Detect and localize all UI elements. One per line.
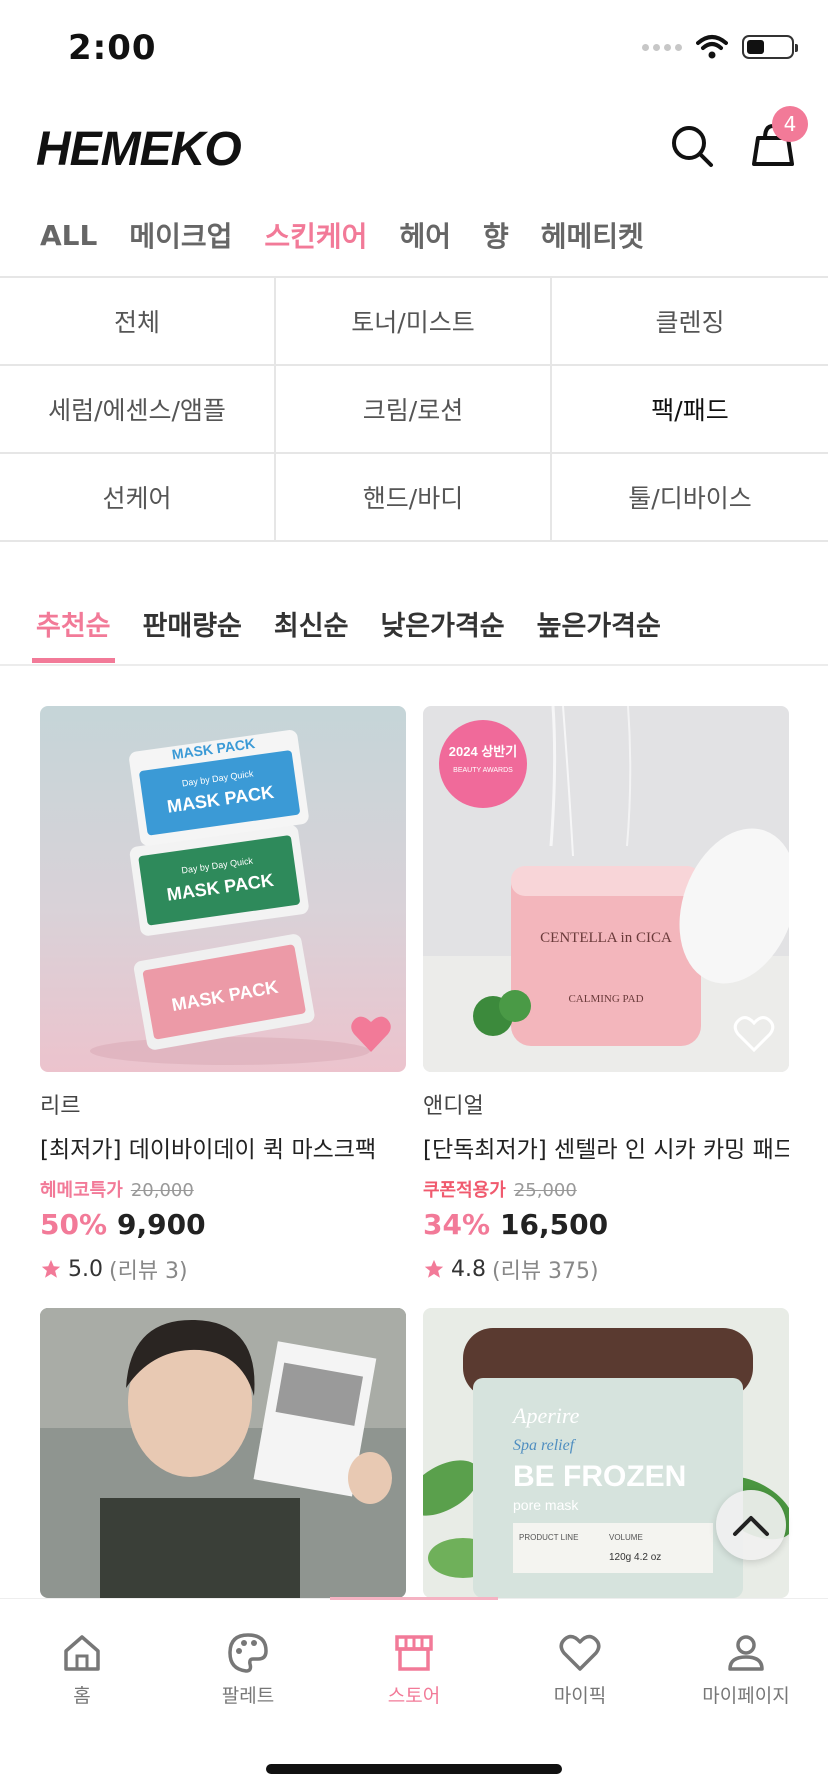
nav-label: 스토어 — [387, 1685, 441, 1707]
search-icon[interactable] — [668, 122, 716, 170]
nav-home[interactable]: 홈 — [17, 1631, 147, 1708]
product-image-text: Spa relief — [513, 1437, 577, 1454]
subcategory-grid: 전체 토너/미스트 클렌징 세럼/에센스/앰플 크림/로션 팩/패드 선케어 핸… — [0, 276, 828, 542]
nav-label: 홈 — [73, 1685, 91, 1707]
wifi-icon — [696, 35, 728, 59]
product-image-text: CALMING PAD — [568, 993, 643, 1005]
rating-value: 4.8 — [451, 1256, 486, 1282]
sort-price-high[interactable]: 높은가격순 — [537, 604, 661, 664]
app-logo[interactable]: HEMEKO — [36, 122, 242, 177]
palette-icon — [228, 1633, 268, 1673]
subcategory-toner-mist[interactable]: 토너/미스트 — [276, 278, 552, 366]
subcategory-serum-essence-ampoule[interactable]: 세럼/에센스/앰플 — [0, 366, 276, 454]
store-icon — [395, 1635, 433, 1671]
battery-icon — [742, 35, 798, 59]
nav-label: 팔레트 — [221, 1685, 275, 1707]
product-image[interactable] — [40, 1308, 406, 1598]
cart-count-badge: 4 — [772, 106, 808, 142]
sort-newest[interactable]: 최신순 — [274, 604, 349, 664]
home-icon — [64, 1635, 100, 1671]
signal-icon — [642, 43, 682, 51]
sort-tabs: 추천순 판매량순 최신순 낮은가격순 높은가격순 — [32, 604, 661, 664]
tab-hair[interactable]: 헤어 — [399, 215, 451, 255]
original-price: 25,000 — [513, 1180, 577, 1201]
discount-rate: 34% — [423, 1208, 491, 1241]
star-icon — [41, 1259, 61, 1278]
original-price: 20,000 — [130, 1180, 194, 1201]
review-count: (리뷰 375) — [492, 1259, 599, 1284]
nav-palette[interactable]: 팔레트 — [183, 1631, 313, 1708]
nav-mypick[interactable]: 마이픽 — [515, 1631, 645, 1708]
subcategory-tools-devices[interactable]: 툴/디바이스 — [552, 454, 828, 542]
subcategory-all[interactable]: 전체 — [0, 278, 276, 366]
product-brand: 앤디얼 — [423, 1094, 484, 1119]
product-card[interactable]: MASK PACK Day by Day Quick MASK PACK MAS… — [40, 706, 406, 1285]
nav-active-indicator — [330, 1597, 498, 1600]
subcategory-cleansing[interactable]: 클렌징 — [552, 278, 828, 366]
category-tabs: ALL 메이크업 스킨케어 헤어 향 헤메티켓 — [40, 210, 644, 260]
sale-price: 9,900 — [117, 1208, 206, 1241]
product-brand: 리르 — [40, 1094, 81, 1119]
home-indicator — [266, 1764, 562, 1774]
bottom-nav: 홈 팔레트 스토어 마이픽 마이페이지 — [0, 1597, 828, 1792]
product-image-text: BE FROZEN — [513, 1460, 686, 1493]
discount-rate: 50% — [40, 1208, 108, 1241]
nav-label: 마이픽 — [553, 1685, 607, 1707]
status-time: 2:00 — [68, 28, 157, 68]
product-name[interactable]: [최저가] 데이바이데이 퀵 마스크팩 — [40, 1130, 406, 1164]
product-card[interactable]: 2024 상반기 BEAUTY AWARDS CENTELLA in CICA … — [423, 706, 789, 1285]
nav-store[interactable]: 스토어 — [349, 1631, 479, 1708]
product-image-text: VOLUME — [609, 1533, 643, 1542]
tab-all[interactable]: ALL — [40, 219, 97, 252]
product-image-text: PRODUCT LINE — [519, 1533, 578, 1542]
star-icon — [424, 1259, 444, 1278]
sort-recommended[interactable]: 추천순 — [32, 604, 115, 664]
product-image-text: 120g 4.2 oz — [609, 1552, 661, 1563]
sort-price-low[interactable]: 낮은가격순 — [380, 604, 504, 664]
subcategory-cream-lotion[interactable]: 크림/로션 — [276, 366, 552, 454]
nav-mypage[interactable]: 마이페이지 — [681, 1631, 811, 1708]
subcategory-pack-pad[interactable]: 팩/패드 — [552, 366, 828, 454]
like-heart-icon[interactable] — [350, 1014, 392, 1054]
promo-label: 쿠폰적용가 — [423, 1180, 506, 1201]
heart-icon — [559, 1634, 601, 1671]
product-image-text: CENTELLA in CICA — [540, 930, 672, 946]
product-card[interactable] — [40, 1308, 406, 1598]
status-icons — [642, 34, 798, 60]
product-image-text: 2024 상반기 — [449, 744, 517, 759]
product-name[interactable]: [단독최저가] 센텔라 인 시카 카밍 패드 — [423, 1130, 789, 1164]
app-header: HEMEKO — [0, 100, 828, 190]
tab-makeup[interactable]: 메이크업 — [129, 215, 232, 255]
product-image-text: BEAUTY AWARDS — [453, 767, 513, 774]
promo-label: 헤메코특가 — [40, 1180, 123, 1201]
product-image-text: Aperire — [511, 1403, 580, 1428]
product-image-text: pore mask — [513, 1497, 579, 1513]
like-heart-icon[interactable] — [733, 1014, 775, 1054]
nav-label: 마이페이지 — [702, 1685, 790, 1707]
scroll-to-top-button[interactable] — [716, 1490, 786, 1560]
status-bar: 2:00 — [0, 0, 828, 100]
subcategory-suncare[interactable]: 선케어 — [0, 454, 276, 542]
tab-skincare[interactable]: 스킨케어 — [264, 215, 367, 255]
sort-best-selling[interactable]: 판매량순 — [143, 604, 242, 664]
rating-value: 5.0 — [68, 1256, 103, 1282]
divider — [0, 664, 828, 666]
sale-price: 16,500 — [500, 1208, 609, 1241]
product-image[interactable]: 2024 상반기 BEAUTY AWARDS CENTELLA in CICA … — [423, 706, 789, 1072]
review-count: (리뷰 3) — [109, 1259, 188, 1284]
subcategory-hand-body[interactable]: 핸드/바디 — [276, 454, 552, 542]
tab-fragrance[interactable]: 향 — [483, 215, 509, 255]
tab-hemeticket[interactable]: 헤메티켓 — [541, 215, 644, 255]
person-icon — [728, 1635, 764, 1671]
product-image[interactable]: MASK PACK Day by Day Quick MASK PACK MAS… — [40, 706, 406, 1072]
chevron-up-icon — [733, 1516, 769, 1536]
